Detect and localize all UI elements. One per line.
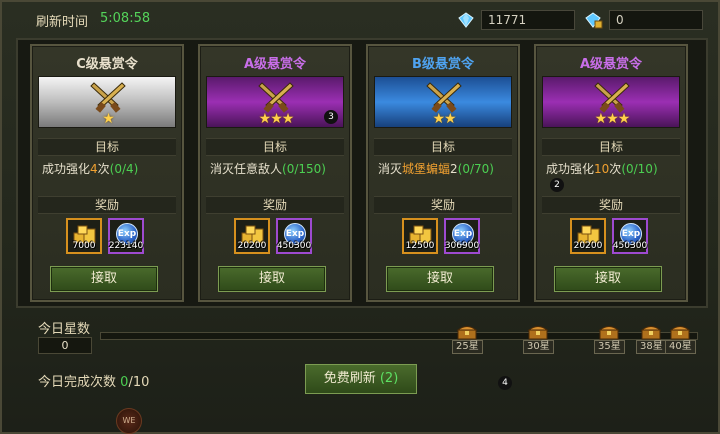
gold-amount: 20200: [573, 241, 603, 251]
rank-banner: ★★: [374, 76, 512, 128]
accept-button[interactable]: 接取: [218, 266, 326, 292]
goal-text: 成功强化10次(0/10): [546, 160, 686, 177]
exp-reward-slot[interactable]: Exp 450300: [612, 218, 648, 254]
goal-progress: (0/4): [109, 162, 139, 176]
step-badge-2: 2: [550, 178, 564, 192]
completions-total: /10: [128, 375, 150, 390]
goal-suffix: 次: [97, 162, 110, 176]
milestone-35-label: 35星: [594, 340, 625, 354]
refresh-count: (2): [379, 371, 399, 386]
gold-reward-slot[interactable]: 7000: [66, 218, 102, 254]
gold-amount: 12500: [405, 241, 435, 251]
gold-reward-slot[interactable]: 12500: [402, 218, 438, 254]
refresh-time-label: 刷新时间: [36, 15, 89, 30]
daily-stars-value: 0: [38, 337, 92, 354]
rank-stars: ★★★: [594, 111, 631, 127]
milestone-40-label: 40星: [665, 340, 696, 354]
exp-amount: 450300: [276, 241, 312, 251]
goal-header: 目标: [206, 138, 344, 156]
goal-number: 4: [90, 162, 98, 176]
goal-prefix: 消灭: [378, 162, 403, 176]
goal-suffix: 次: [609, 162, 622, 176]
chest-icon[interactable]: [528, 324, 548, 340]
rank-banner: ★★★: [542, 76, 680, 128]
exp-amount: 306900: [444, 241, 480, 251]
daily-stars-label: 今日星数: [38, 322, 91, 337]
reward-header: 奖励: [206, 196, 344, 214]
card-title: A级悬赏令: [579, 57, 643, 72]
card-title: C级悬赏令: [76, 57, 138, 72]
goal-progress: (0/70): [457, 162, 494, 176]
crossed-guns-icon: [426, 82, 462, 113]
milestone-38-label: 38星: [636, 340, 667, 354]
crossed-guns-icon: [90, 82, 126, 113]
goal-prefix: 成功强化: [546, 162, 595, 176]
free-refresh-button[interactable]: 免费刷新 (2): [305, 364, 417, 394]
reward-header: 奖励: [542, 196, 680, 214]
rank-banner: ★: [38, 76, 176, 128]
step-badge-4: 4: [498, 376, 512, 390]
crossed-guns-icon: [594, 82, 630, 113]
milestone-30-label: 30星: [523, 340, 554, 354]
goal-suffix: 2: [450, 162, 458, 176]
crossed-guns-icon: [258, 82, 294, 113]
bounty-card-4: A级悬赏令 ★★★ 目标 成功强化10次(0/10) 奖励 20200 Exp …: [534, 44, 688, 302]
bounty-card-1: C级悬赏令 ★ 目标 成功强化4次(0/4) 奖励 7000 Exp 22314…: [30, 44, 184, 302]
accept-button[interactable]: 接取: [554, 266, 662, 292]
goal-header: 目标: [38, 138, 176, 156]
exp-reward-slot[interactable]: Exp 450300: [276, 218, 312, 254]
exp-amount: 450300: [612, 241, 648, 251]
accept-button[interactable]: 接取: [386, 266, 494, 292]
goal-text: 消灭城堡蝙蝠2(0/70): [378, 160, 518, 177]
card-title: A级悬赏令: [243, 57, 307, 72]
bounty-card-2: A级悬赏令 ★★★ 目标 消灭任意敌人(0/150) 奖励 20200 Exp …: [198, 44, 352, 302]
milestone-25-label: 25星: [452, 340, 483, 354]
chest-icon[interactable]: [457, 324, 477, 340]
exp-reward-slot[interactable]: Exp 306900: [444, 218, 480, 254]
reward-header: 奖励: [38, 196, 176, 214]
refresh-time-value: 5:08:58: [100, 11, 151, 26]
goal-progress: (0/150): [282, 162, 326, 176]
goal-number: 城堡蝙蝠: [402, 162, 451, 176]
bound-diamond-count: 0: [609, 10, 703, 30]
header-bar: 刷新时间 5:08:58 11771 0: [2, 2, 720, 38]
gold-amount: 7000: [72, 241, 96, 251]
chest-icon[interactable]: [670, 324, 690, 340]
accept-button[interactable]: 接取: [50, 266, 158, 292]
bounty-window: 刷新时间 5:08:58 11771 0 C级悬赏令 ★ 目标 成功强化4次(0…: [0, 0, 720, 434]
goal-progress: (0/10): [621, 162, 658, 176]
card-title: B级悬赏令: [412, 57, 474, 72]
goal-prefix: 消灭任意敌人: [210, 162, 283, 176]
exp-amount: 223140: [108, 241, 144, 251]
bounty-card-3: B级悬赏令 ★★ 目标 消灭城堡蝙蝠2(0/70) 奖励 12500 Exp 3…: [366, 44, 520, 302]
gold-amount: 20200: [237, 241, 267, 251]
goal-header: 目标: [542, 138, 680, 156]
gold-reward-slot[interactable]: 20200: [570, 218, 606, 254]
reward-header: 奖励: [374, 196, 512, 214]
bottom-skill-icon[interactable]: WE: [116, 408, 142, 434]
rank-banner: ★★★: [206, 76, 344, 128]
goal-header: 目标: [374, 138, 512, 156]
exp-reward-slot[interactable]: Exp 223140: [108, 218, 144, 254]
goal-text: 消灭任意敌人(0/150): [210, 160, 350, 177]
diamond-icon: [458, 12, 474, 28]
goal-prefix: 成功强化: [42, 162, 91, 176]
goal-text: 成功强化4次(0/4): [42, 160, 182, 177]
refresh-label: 免费刷新: [323, 371, 376, 386]
rank-stars: ★: [102, 111, 115, 127]
chest-icon[interactable]: [599, 324, 619, 340]
diamond-count: 11771: [481, 10, 575, 30]
goal-number: 10: [594, 162, 610, 176]
gold-reward-slot[interactable]: 20200: [234, 218, 270, 254]
bound-diamond-icon: [585, 12, 603, 29]
daily-completions: 今日完成次数 0/10: [38, 371, 149, 390]
step-badge-3: 3: [324, 110, 338, 124]
chest-icon[interactable]: [641, 324, 661, 340]
completions-label: 今日完成次数: [38, 375, 117, 390]
rank-stars: ★★: [432, 111, 456, 127]
